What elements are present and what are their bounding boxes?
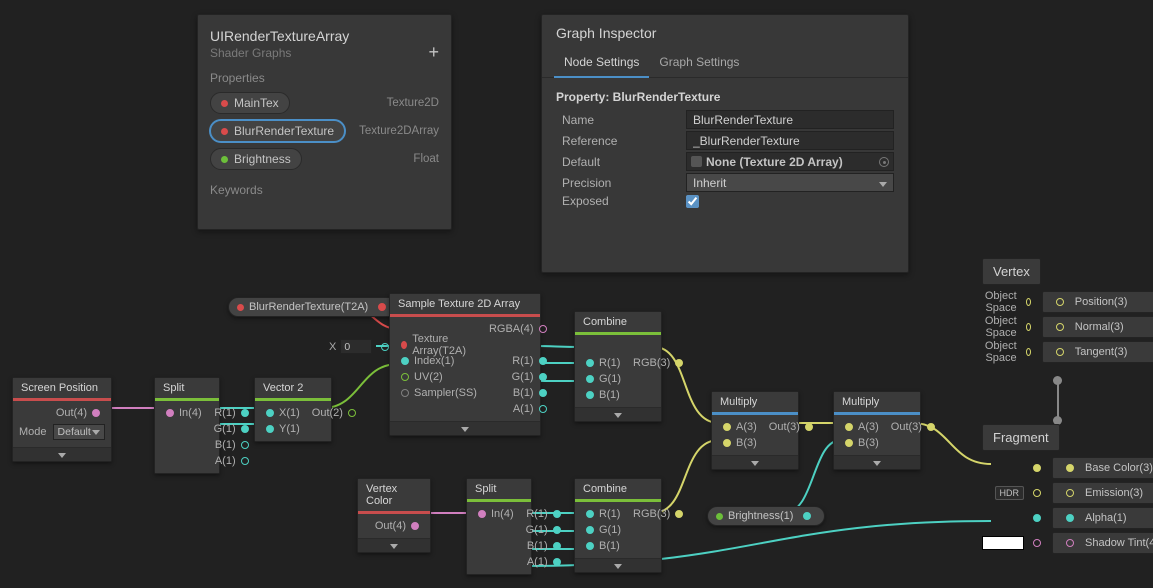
node-brightness-prop[interactable]: Brightness(1)	[707, 506, 825, 526]
graph-subtitle: Shader Graphs	[210, 44, 349, 60]
tab-node-settings[interactable]: Node Settings	[554, 49, 649, 77]
node-multiply-1[interactable]: Multiply A(3) B(3) Out(3)	[711, 391, 799, 470]
reference-field[interactable]	[686, 131, 894, 150]
fragment-alpha-slot[interactable]: Alpha(1)	[1052, 507, 1153, 529]
collapse-toggle[interactable]	[575, 558, 661, 572]
collapse-toggle[interactable]	[712, 455, 798, 469]
node-sample-texture-2d-array[interactable]: Sample Texture 2D Array Texture Array(T2…	[389, 293, 541, 436]
node-multiply-2[interactable]: Multiply A(3) B(3) Out(3)	[833, 391, 921, 470]
collapse-toggle[interactable]	[358, 538, 430, 552]
add-property-button[interactable]: +	[428, 42, 439, 63]
color-swatch[interactable]	[982, 536, 1024, 550]
vertex-stack[interactable]: Vertex Object Space Object Space Object …	[982, 258, 1153, 366]
properties-section-label: Properties	[198, 65, 451, 89]
mode-dropdown[interactable]: Default	[53, 424, 105, 440]
fragment-basecolor-slot[interactable]: Base Color(3)	[1052, 457, 1153, 479]
default-object-field[interactable]: None (Texture 2D Array)	[686, 152, 894, 171]
texture-icon	[691, 156, 702, 167]
inspector-title: Graph Inspector	[542, 15, 908, 49]
keywords-section-label: Keywords	[198, 177, 451, 201]
collapse-toggle[interactable]	[390, 421, 540, 435]
name-field[interactable]	[686, 110, 894, 129]
blackboard-panel[interactable]: UIRenderTextureArray Shader Graphs + Pro…	[197, 14, 452, 230]
fragment-stack[interactable]: Fragment HDR Base Color(3) Emission(3) A…	[982, 424, 1153, 557]
property-blurrendertexture[interactable]: BlurRenderTexture	[210, 120, 345, 142]
node-split-2[interactable]: Split In(4) R(1) G(1) B(1) A(1)	[466, 478, 532, 575]
exposed-checkbox[interactable]	[686, 195, 699, 208]
output-port[interactable]	[378, 303, 386, 311]
node-combine-2[interactable]: Combine R(1) G(1) B(1) RGB(3)	[574, 478, 662, 573]
index-inline-input: X	[329, 339, 394, 354]
node-vertex-color[interactable]: Vertex Color Out(4)	[357, 478, 431, 553]
property-maintex[interactable]: MainTex	[210, 92, 290, 114]
collapse-toggle[interactable]	[575, 407, 661, 421]
node-blurrendertexture-prop[interactable]: BlurRenderTexture(T2A)	[228, 297, 400, 317]
node-combine-1[interactable]: Combine R(1) G(1) B(1) RGB(3)	[574, 311, 662, 422]
fragment-shadowtint-slot[interactable]: Shadow Tint(4)	[1052, 532, 1153, 554]
output-port[interactable]	[803, 512, 811, 520]
index-value-field[interactable]	[340, 339, 372, 354]
object-picker-icon[interactable]	[879, 157, 889, 167]
collapse-toggle[interactable]	[13, 447, 111, 461]
node-split-1[interactable]: Split In(4) R(1) G(1) B(1) A(1)	[154, 377, 220, 474]
precision-dropdown[interactable]: Inherit	[686, 173, 894, 192]
node-vector2[interactable]: Vector 2 X(1) Y(1) Out(2)	[254, 377, 332, 442]
graph-title: UIRenderTextureArray	[210, 28, 349, 44]
tab-graph-settings[interactable]: Graph Settings	[649, 49, 749, 77]
graph-inspector-panel[interactable]: Graph Inspector Node Settings Graph Sett…	[541, 14, 909, 273]
hdr-badge: HDR	[995, 486, 1025, 500]
collapse-toggle[interactable]	[834, 455, 920, 469]
property-brightness[interactable]: Brightness	[210, 148, 302, 170]
vertex-normal-slot[interactable]: Normal(3)	[1042, 316, 1153, 338]
chevron-down-icon	[879, 176, 887, 190]
vertex-position-slot[interactable]: Position(3)	[1042, 291, 1153, 313]
fragment-emission-slot[interactable]: Emission(3)	[1052, 482, 1153, 504]
vertex-tangent-slot[interactable]: Tangent(3)	[1042, 341, 1153, 363]
property-header: Property: BlurRenderTexture	[556, 90, 894, 104]
node-screen-position[interactable]: Screen Position Out(4) ModeDefault	[12, 377, 112, 462]
